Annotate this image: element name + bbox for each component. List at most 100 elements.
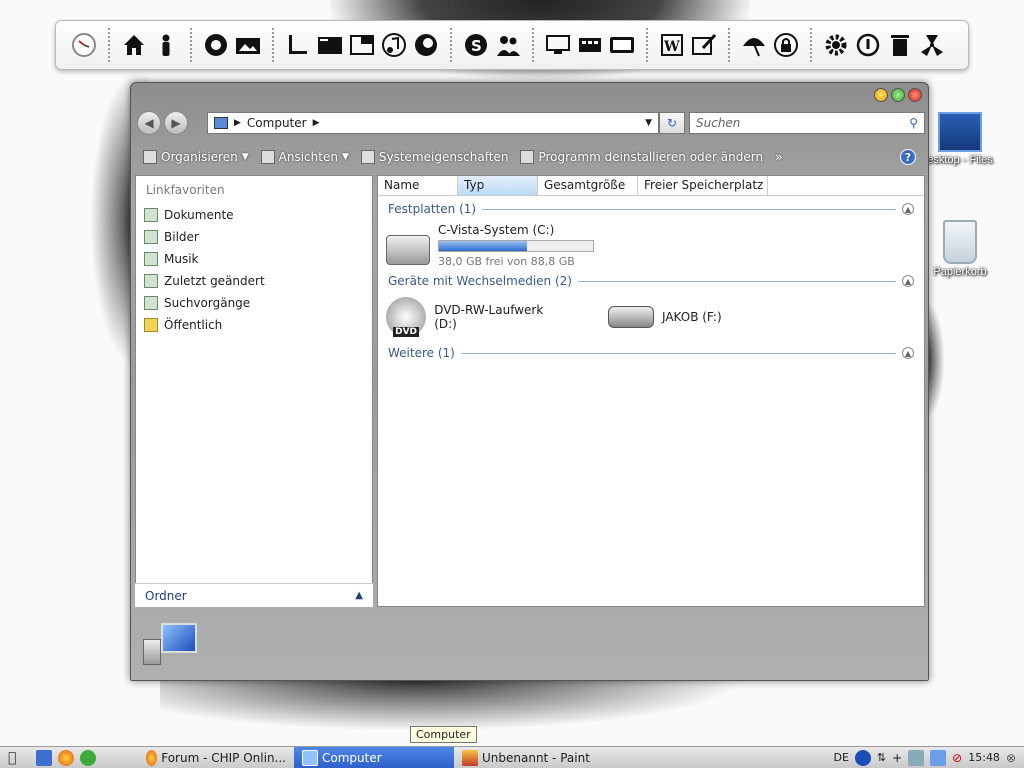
column-name[interactable]: Name [378,176,458,195]
group-header-hard-disks[interactable]: Festplatten (1) ▲ [378,198,924,220]
wallpaper-splatter [160,680,800,740]
music-folder-icon [144,252,158,266]
sidebar-item-music[interactable]: Musik [136,248,372,270]
collapse-icon[interactable]: ▲ [902,203,914,215]
word-icon[interactable]: W [658,31,686,59]
taskbar:  Forum - CHIP Onlin... Computer Unbenan… [0,746,1024,768]
column-type[interactable]: Typ [458,176,538,195]
network-tray-icon[interactable]: ⇅ [877,751,886,764]
folders-toggle[interactable]: Ordner ▲ [135,583,373,607]
dock-separator [450,28,452,62]
task-label: Unbenannt - Paint [482,750,590,765]
network-icon[interactable] [348,31,376,59]
column-total-size[interactable]: Gesamtgröße [538,176,638,195]
sidebar-item-pictures[interactable]: Bilder [136,226,372,248]
firefox-icon[interactable] [58,749,75,766]
close-icon[interactable]: ⊗ [1006,751,1016,765]
collapse-icon[interactable]: ▲ [902,275,914,287]
taskbar-item-paint[interactable]: Unbenannt - Paint [454,747,610,768]
monitor-icon[interactable] [544,31,572,59]
arrow-right-icon: ▶ [171,116,181,130]
aperture-icon[interactable] [202,31,230,59]
sidebar-item-label: Dokumente [164,208,234,222]
minimize-button[interactable] [874,88,888,102]
clock-icon[interactable] [70,31,98,59]
collapse-icon[interactable]: ▲ [902,347,914,359]
sidebar-item-public[interactable]: Öffentlich [136,314,372,336]
uninstall-icon [520,150,535,164]
group-header-removable[interactable]: Geräte mit Wechselmedien (2) ▲ [378,270,924,292]
forward-button[interactable]: ▶ [164,111,188,135]
search-icon[interactable]: ⚲ [909,116,918,130]
search-input[interactable]: Suchen ⚲ [689,112,925,134]
clock[interactable]: 15:48 [968,751,1000,764]
help-icon[interactable] [854,749,871,766]
show-desktop-icon[interactable] [36,749,53,766]
uninstall-button[interactable]: Programm deinstallieren oder ändern [520,150,763,164]
organize-icon [143,150,157,164]
address-path[interactable]: Computer [247,116,307,130]
system-properties-icon [360,150,375,164]
language-indicator[interactable]: DE [833,751,848,764]
system-properties-button[interactable]: Systemeigenschaften [360,150,508,164]
trash-icon[interactable] [886,31,914,59]
svg-text:W: W [663,39,680,55]
drive-f[interactable]: JAKOB (F:) [608,306,722,328]
dvd-drive-icon: DVD [386,297,427,337]
terminal-icon[interactable] [316,31,344,59]
back-button[interactable]: ◀ [137,111,161,135]
sidebar-item-recent[interactable]: Zuletzt geändert [136,270,372,292]
drive-d[interactable]: DVD DVD-RW-Laufwerk (D:) [386,297,558,337]
firefox-icon[interactable] [412,31,440,59]
drive-usage-fill [439,240,527,251]
home-icon[interactable] [120,31,148,59]
column-free-space[interactable]: Freier Speicherplatz [638,176,768,195]
close-button[interactable] [908,88,922,102]
sidebar-item-documents[interactable]: Dokumente [136,204,372,226]
sidebar-item-label: Suchvorgänge [164,296,251,310]
column-headers: Name Typ Gesamtgröße Freier Speicherplat… [378,176,924,196]
sidebar-item-searches[interactable]: Suchvorgänge [136,292,372,314]
chevron-right-icon: ▶ [234,118,241,128]
network-tray-icon[interactable] [908,749,925,766]
shield-icon[interactable] [80,749,97,766]
system-tray: DE ⇅ + ⊘ 15:48 ⊗ [833,749,1024,766]
refresh-button[interactable]: ↻ [659,112,685,134]
quick-launch:  [0,749,138,766]
tv-icon[interactable] [608,31,636,59]
drive-c[interactable]: C-Vista-System (C:) 38,0 GB frei von 88,… [378,220,924,270]
photo-icon[interactable] [234,31,262,59]
writer-icon[interactable] [690,31,718,59]
power-icon[interactable] [854,31,882,59]
volume-muted-icon[interactable]: ⊘ [952,751,962,765]
skype-icon[interactable]: S [462,31,490,59]
taskbar-item-computer[interactable]: Computer [294,746,454,768]
lock-icon[interactable] [772,31,800,59]
more-button[interactable]: » [775,150,782,164]
display-tray-icon[interactable] [930,749,947,766]
settings-icon[interactable] [822,31,850,59]
radiation-icon[interactable] [918,31,946,59]
drive-name: C-Vista-System (C:) [438,222,555,237]
umbrella-icon[interactable] [740,31,768,59]
chevron-down-icon[interactable]: ▼ [645,118,652,128]
taskbar-item-firefox[interactable]: Forum - CHIP Onlin... [138,747,294,768]
contacts-icon[interactable] [494,31,522,59]
maximize-button[interactable] [891,88,905,102]
add-icon[interactable]: + [892,751,902,765]
organize-menu[interactable]: Organisieren ▼ [143,150,249,164]
help-button[interactable]: ? [900,149,916,165]
address-bar[interactable]: ▶ Computer ▶ ▼ [207,112,659,134]
apple-icon[interactable]:  [8,750,16,766]
dvd-badge: DVD [393,327,420,337]
music-icon[interactable] [380,31,408,59]
sidebar-item-label: Zuletzt geändert [164,274,265,288]
devices-icon[interactable] [576,31,604,59]
top-dock: S W [55,20,969,70]
ruler-icon[interactable] [284,31,312,59]
views-menu[interactable]: Ansichten ▼ [260,150,349,164]
views-icon [260,150,275,164]
dock-separator [108,28,110,62]
user-icon[interactable] [152,31,180,59]
group-header-other[interactable]: Weitere (1) ▲ [378,342,924,364]
